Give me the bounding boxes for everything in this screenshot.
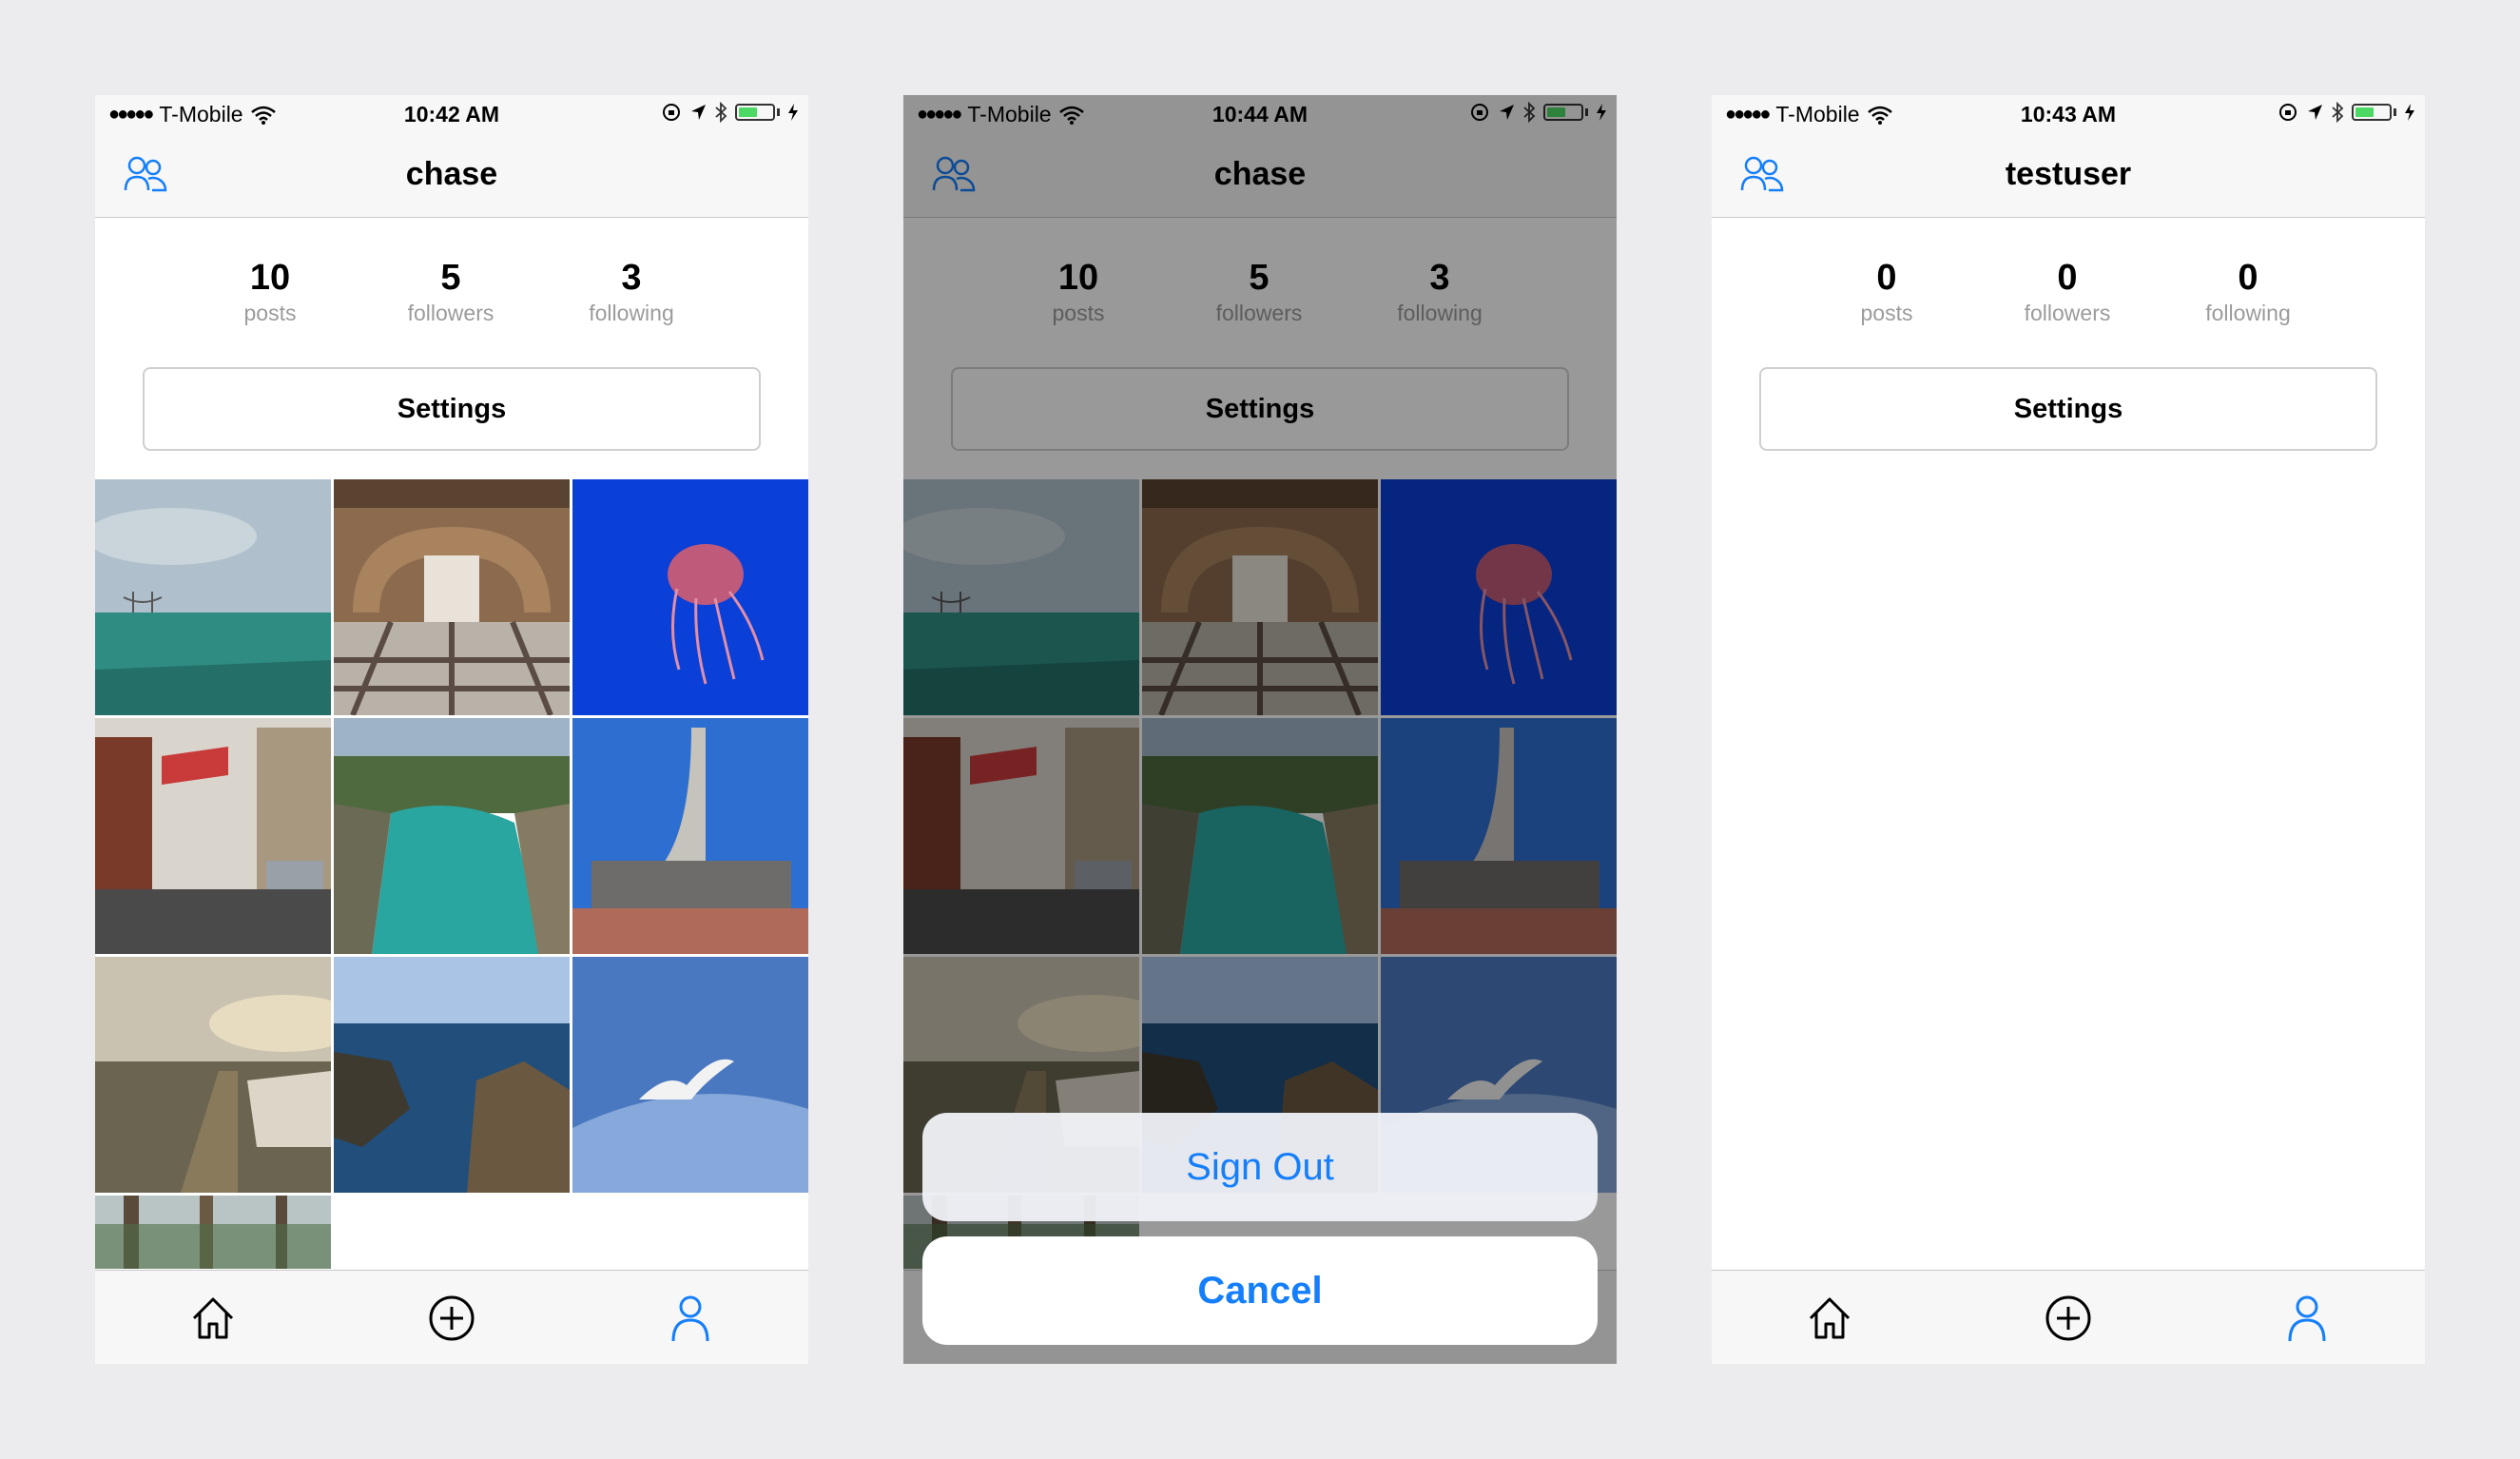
- cancel-button[interactable]: Cancel: [922, 1236, 1598, 1345]
- stat-value: 0: [2238, 258, 2258, 298]
- beach-boardwalk-icon: [95, 957, 331, 1193]
- street-with-flags-icon: [95, 718, 331, 954]
- jellyfish-icon: [572, 479, 808, 715]
- home-icon[interactable]: [188, 1294, 238, 1343]
- bay-with-bridge-icon: [95, 479, 331, 715]
- photo-tile[interactable]: [334, 718, 570, 954]
- photo-tile[interactable]: [572, 957, 808, 1193]
- page-title: testuser: [2005, 156, 2132, 192]
- seagull-icon: [572, 957, 808, 1193]
- profile-stats: 0 posts 0 followers 0 following: [1712, 257, 2425, 371]
- tab-bar: [95, 1270, 808, 1364]
- settings-button[interactable]: Settings: [143, 367, 761, 451]
- location-icon: [2308, 105, 2322, 120]
- stat-followers[interactable]: 0 followers: [1972, 257, 2162, 327]
- bluetooth-icon: [2332, 102, 2344, 123]
- profile-screen-chase: ●●●●● T-Mobile 10:42 AM chase 10 posts 5…: [95, 95, 808, 1364]
- status-bar: ●●●●● T-Mobile 10:42 AM: [95, 95, 808, 133]
- page-title: chase: [405, 156, 498, 192]
- stat-label: following: [2205, 301, 2291, 325]
- tower-building-icon: [572, 718, 808, 954]
- settings-button[interactable]: Settings: [1759, 367, 2377, 451]
- photo-tile[interactable]: [95, 1196, 331, 1269]
- stat-following[interactable]: 0 following: [2153, 257, 2343, 327]
- navigation-bar: testuser: [1712, 133, 2425, 218]
- stat-posts: 10 posts: [175, 257, 365, 327]
- stat-label: posts: [1860, 301, 1913, 325]
- stat-value: 0: [1876, 258, 1897, 298]
- home-icon[interactable]: [1805, 1294, 1854, 1343]
- stat-followers[interactable]: 5 followers: [356, 257, 546, 327]
- profile-icon[interactable]: [2282, 1294, 2332, 1343]
- orientation-lock-icon: [2279, 104, 2297, 121]
- orientation-lock-icon: [663, 104, 680, 121]
- rocky-coast-icon: [334, 957, 570, 1193]
- profile-stats: 10 posts 5 followers 3 following: [95, 257, 808, 371]
- stat-posts: 0 posts: [1792, 257, 1982, 327]
- photo-tile[interactable]: [334, 957, 570, 1193]
- battery-icon: [735, 104, 775, 121]
- charging-icon: [788, 104, 798, 121]
- bluetooth-icon: [715, 102, 727, 123]
- charging-icon: [2405, 104, 2414, 121]
- cove-icon: [334, 718, 570, 954]
- stat-label: followers: [407, 301, 494, 325]
- photo-tile[interactable]: [572, 479, 808, 715]
- photo-tile[interactable]: [95, 479, 331, 715]
- arched-corridor-icon: [334, 479, 570, 715]
- stat-label: following: [589, 301, 674, 325]
- stat-value: 0: [2057, 258, 2078, 298]
- stat-following[interactable]: 3 following: [536, 257, 727, 327]
- stat-value: 5: [440, 258, 461, 298]
- photo-tile[interactable]: [334, 479, 570, 715]
- profile-screen-testuser: ●●●●● T-Mobile 10:43 AM testuser 0 posts…: [1712, 95, 2425, 1364]
- sign-out-button[interactable]: Sign Out: [922, 1113, 1598, 1221]
- photo-tile[interactable]: [95, 957, 331, 1193]
- navigation-bar: chase: [95, 133, 808, 218]
- add-circle-icon[interactable]: [2044, 1294, 2093, 1343]
- status-bar: ●●●●● T-Mobile 10:43 AM: [1712, 95, 2425, 133]
- location-icon: [691, 105, 706, 120]
- tab-bar: [1712, 1270, 2425, 1364]
- photo-tile[interactable]: [572, 718, 808, 954]
- stat-value: 3: [621, 258, 642, 298]
- stat-label: posts: [243, 301, 297, 325]
- profile-screen-signout-sheet: ●●●●● T-Mobile 10:44 AM chase 10 posts 5…: [903, 95, 1617, 1364]
- add-circle-icon[interactable]: [427, 1294, 476, 1343]
- stat-label: followers: [2024, 301, 2111, 325]
- photo-tile[interactable]: [95, 718, 331, 954]
- forest-icon: [95, 1196, 331, 1269]
- stat-value: 10: [249, 258, 291, 298]
- battery-icon: [2352, 104, 2392, 121]
- profile-icon[interactable]: [666, 1294, 715, 1343]
- photo-grid: [95, 479, 808, 1269]
